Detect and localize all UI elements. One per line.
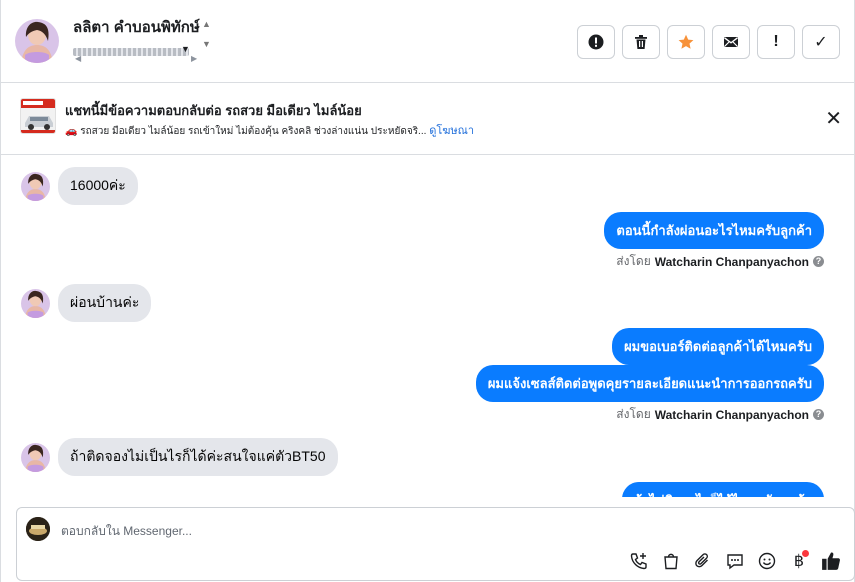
view-ad-link[interactable]: ดูโฆษณา <box>429 125 474 137</box>
message-incoming: 16000ค่ะ <box>21 167 138 205</box>
like-button[interactable] <box>820 550 842 572</box>
conversation-header: ลลิตา คำบอนพิทักษ์ ▲ ▼ ▼ ◀ ▶ ! ✓ <box>1 0 854 83</box>
attachment-icon <box>695 553 708 568</box>
composer-toolbar: ฿ <box>628 550 842 572</box>
shop-button[interactable] <box>660 550 682 572</box>
saved-reply-button[interactable] <box>724 550 746 572</box>
sent-by-prefix: ส่งโดย <box>616 407 651 421</box>
info-icon[interactable]: ? <box>813 409 824 420</box>
like-icon <box>822 552 840 570</box>
check-icon: ✓ <box>814 34 828 51</box>
sent-by-label: ส่งโดย Watcharin Chanpanyachon ? <box>616 405 824 424</box>
scroll-left-arrow-icon[interactable]: ◀ <box>75 54 81 63</box>
message-bubble-outgoing[interactable]: ตอนนี้กำลังผ่อนอะไรไหมครับลูกค้า <box>604 212 824 249</box>
follow-up-button[interactable]: ! <box>757 25 795 59</box>
sent-by-label: ส่งโดย Watcharin Chanpanyachon ? <box>616 252 824 271</box>
contact-name[interactable]: ลลิตา คำบอนพิทักษ์ <box>73 15 200 39</box>
call-add-icon <box>630 553 647 570</box>
contact-avatar[interactable] <box>15 19 59 63</box>
page-avatar <box>26 517 50 541</box>
contact-avatar-small[interactable] <box>21 171 50 201</box>
done-button[interactable]: ✓ <box>802 25 840 59</box>
message-thread[interactable]: 16000ค่ะ ตอนนี้กำลังผ่อนอะไรไหมครับลูกค้… <box>1 155 854 497</box>
mark-unread-button[interactable] <box>712 25 750 59</box>
message-bubble[interactable]: 16000ค่ะ <box>58 167 138 205</box>
mail-icon <box>724 37 738 47</box>
ad-title: แชทนี้มีข้อความตอบกลับต่อ รถสวย มือเดียว… <box>65 103 362 118</box>
bag-icon <box>664 553 678 570</box>
emoji-icon <box>758 552 776 570</box>
message-incoming: ผ่อนบ้านค่ะ <box>21 284 152 322</box>
contact-avatar-small[interactable] <box>21 442 50 472</box>
ad-description-text: 🚗 รถสวย มือเดียว ไมล์น้อย รถเข้าใหม่ ไม่… <box>65 126 427 137</box>
reply-composer: ตอบกลับใน Messenger... ฿ <box>16 507 855 581</box>
delete-button[interactable] <box>622 25 660 59</box>
message-incoming: ถ้าติดจองไม่เป็นไรก็ได้ค่ะสนใจแค่ตัวBT50 <box>21 438 338 476</box>
header-toolbar: ! ✓ <box>577 25 840 59</box>
exclamation-icon: ! <box>773 33 779 50</box>
message-bubble[interactable]: ถ้าติดจองไม่เป็นไรก็ได้ค่ะสนใจแค่ตัวBT50 <box>58 438 338 476</box>
message-bubble-outgoing[interactable]: ถ้าไม่ติดอะไรก็ได้ไหมครับลูกค้า <box>622 482 824 497</box>
message-bubble-outgoing[interactable]: ผมแจ้งเซลส์ติดต่อพูดคุยรายละเอียดแนะนำกา… <box>475 365 824 402</box>
reply-input[interactable]: ตอบกลับใน Messenger... <box>61 522 192 541</box>
sender-name: Watcharin Chanpanyachon <box>654 254 809 269</box>
saved-reply-icon <box>727 554 743 570</box>
alert-circle-icon <box>588 34 604 50</box>
scroll-up-arrow-icon[interactable]: ▲ <box>202 19 211 29</box>
trash-icon <box>635 35 647 49</box>
contact-avatar-small[interactable] <box>21 288 50 318</box>
close-icon[interactable]: ✕ <box>825 109 842 129</box>
messenger-conversation-panel: ลลิตา คำบอนพิทักษ์ ▲ ▼ ▼ ◀ ▶ ! ✓ แชทนี้ม… <box>0 0 855 582</box>
star-button[interactable] <box>667 25 705 59</box>
spam-button[interactable] <box>577 25 615 59</box>
message-bubble[interactable]: ผ่อนบ้านค่ะ <box>58 284 152 322</box>
message-bubble-outgoing[interactable]: ผมขอเบอร์ติดต่อลูกค้าได้ไหมครับ <box>612 328 824 365</box>
ad-context-banner: แชทนี้มีข้อความตอบกลับต่อ รถสวย มือเดียว… <box>1 83 854 155</box>
notification-dot <box>802 550 809 557</box>
scroll-right-arrow-icon[interactable]: ▶ <box>191 54 197 63</box>
sender-name: Watcharin Chanpanyachon <box>654 407 809 422</box>
info-icon[interactable]: ? <box>813 256 824 267</box>
chevron-down-icon[interactable]: ▼ <box>181 44 190 54</box>
star-icon <box>678 34 694 49</box>
payment-button[interactable]: ฿ <box>788 550 810 572</box>
emoji-button[interactable] <box>756 550 778 572</box>
scroll-down-arrow-icon[interactable]: ▼ <box>202 39 211 49</box>
call-add-button[interactable] <box>628 550 650 572</box>
attachment-button[interactable] <box>692 550 714 572</box>
ad-thumbnail-image[interactable] <box>20 98 56 134</box>
sent-by-prefix: ส่งโดย <box>616 254 651 268</box>
ad-description: 🚗 รถสวย มือเดียว ไมล์น้อย รถเข้าใหม่ ไม่… <box>65 121 474 139</box>
